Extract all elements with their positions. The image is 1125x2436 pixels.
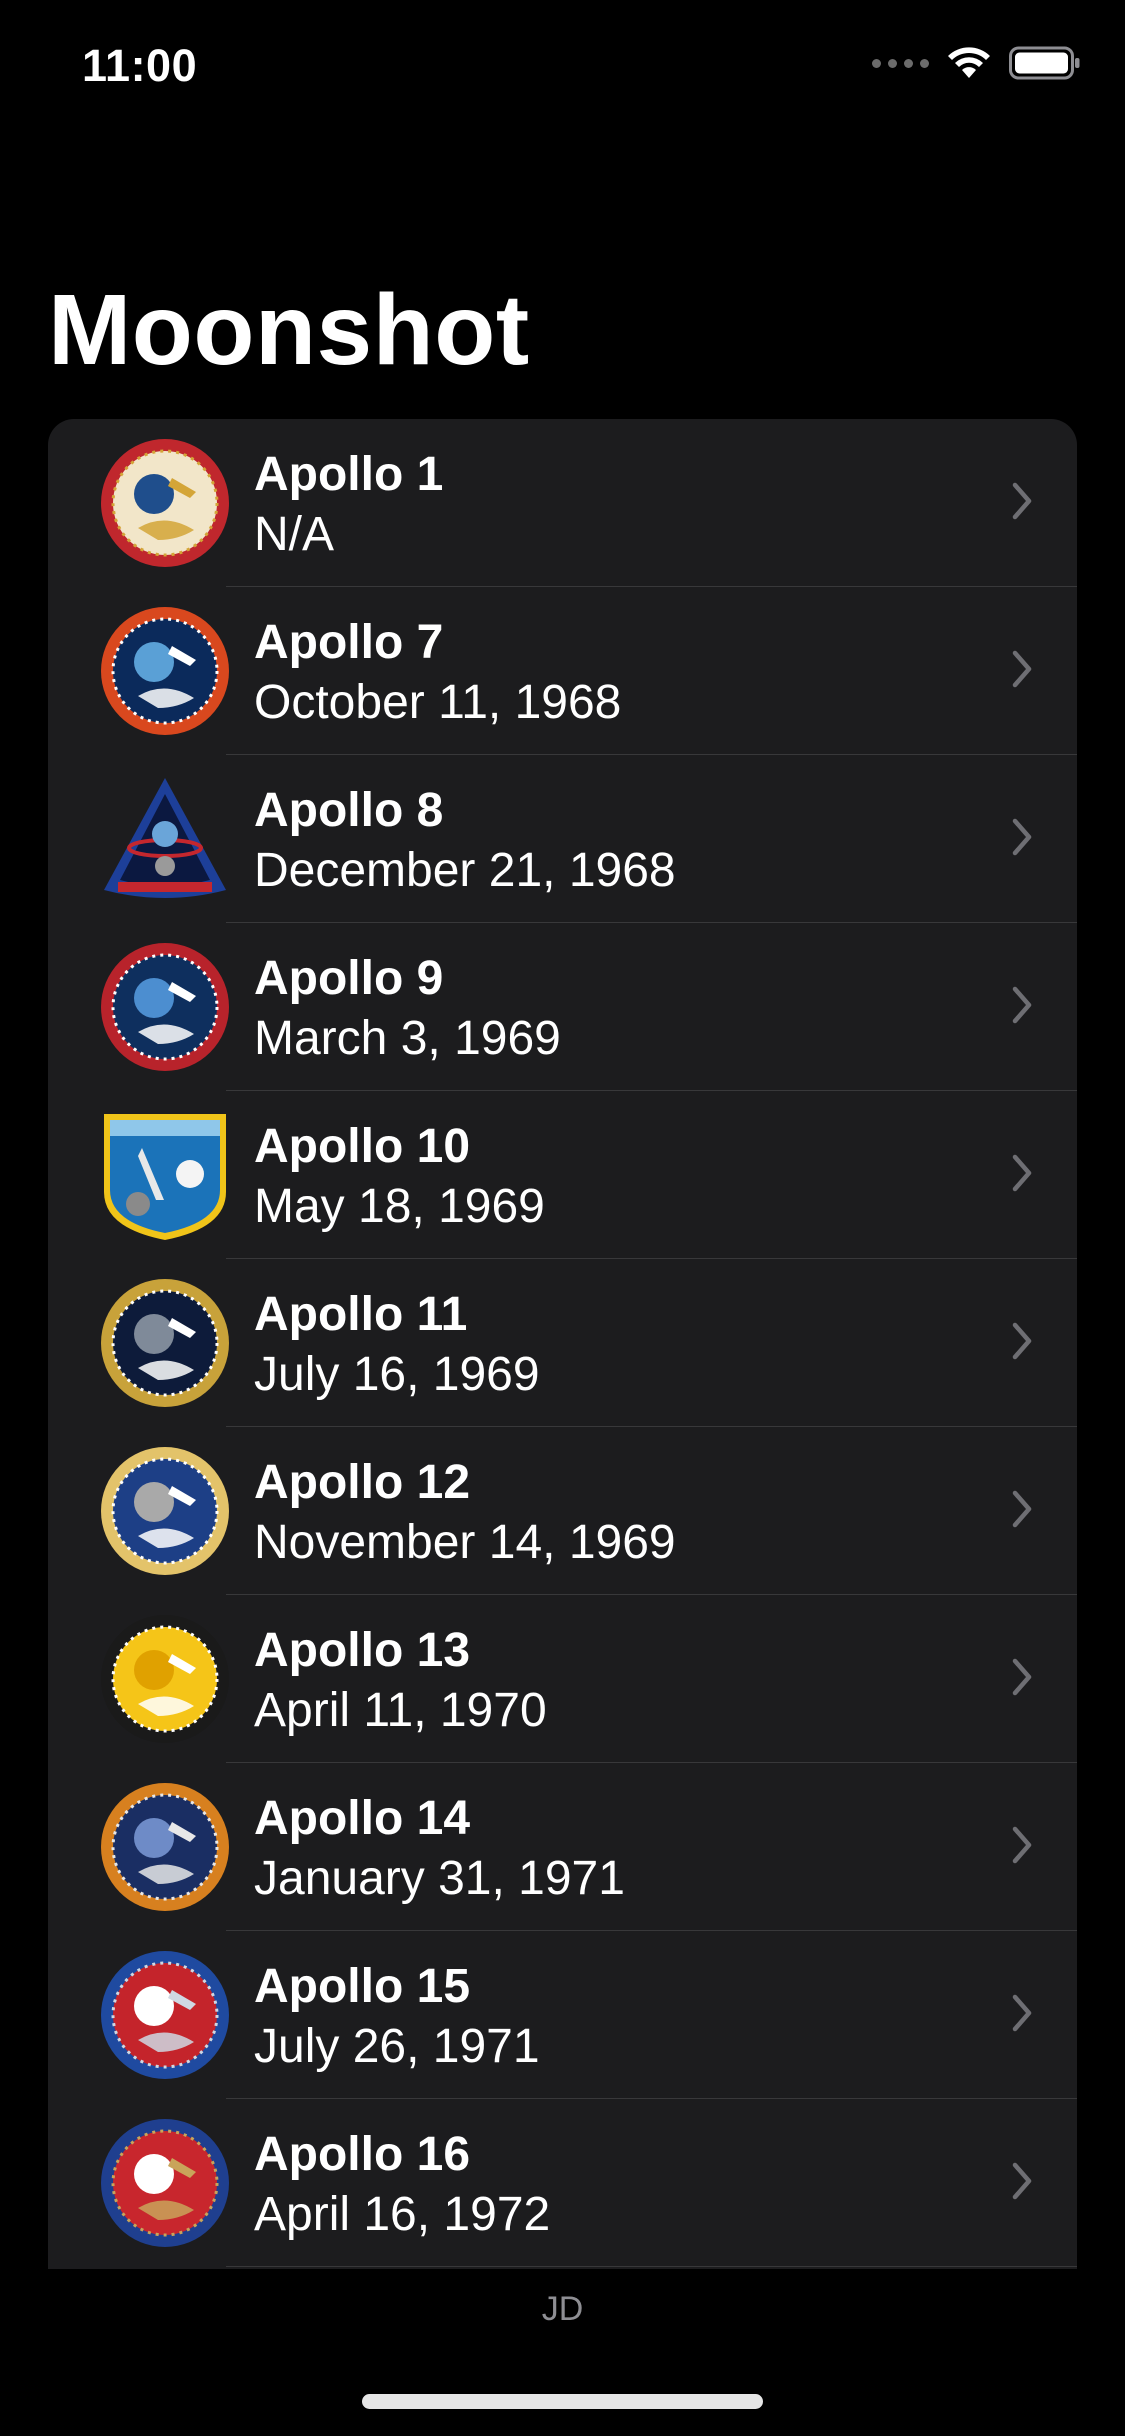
apollo-11-badge-icon: [101, 1279, 229, 1407]
apollo-16-badge-icon: [101, 2119, 229, 2247]
mission-name: Apollo 11: [254, 1288, 468, 1341]
cellular-signal-icon: [872, 58, 929, 68]
mission-row[interactable]: Apollo 14 January 31, 1971: [48, 1763, 1077, 1931]
mission-name: Apollo 15: [254, 1960, 471, 2013]
mission-list: Apollo 1 N/A Apollo 7 October 11, 1968 Apoll…: [48, 419, 1077, 2269]
apollo-9-badge-icon: [101, 943, 229, 1071]
mission-launch-date: October 11, 1968: [254, 676, 622, 729]
mission-row[interactable]: Apollo 9 March 3, 1969: [48, 923, 1077, 1091]
mission-launch-date: N/A: [254, 508, 335, 561]
mission-row[interactable]: Apollo 7 October 11, 1968: [48, 587, 1077, 755]
home-indicator[interactable]: [362, 2394, 763, 2409]
status-bar: 11:00: [0, 0, 1125, 140]
status-icons: [872, 46, 1081, 80]
chevron-right-icon: [1012, 482, 1032, 520]
chevron-right-icon: [1012, 1826, 1032, 1864]
mission-name: Apollo 9: [254, 952, 444, 1005]
status-time: 11:00: [82, 40, 198, 91]
mission-launch-date: January 31, 1971: [254, 1852, 625, 1905]
mission-name: Apollo 8: [254, 784, 444, 837]
chevron-right-icon: [1012, 1154, 1032, 1192]
wifi-icon: [948, 47, 990, 78]
chevron-right-icon: [1012, 650, 1032, 688]
mission-name: Apollo 1: [254, 448, 444, 501]
page-title: Moonshot: [48, 274, 530, 386]
apollo-7-badge-icon: [101, 607, 229, 735]
mission-launch-date: July 16, 1969: [254, 1348, 540, 1401]
chevron-right-icon: [1012, 818, 1032, 856]
apollo-15-badge-icon: [101, 1951, 229, 2079]
apollo-14-badge-icon: [101, 1783, 229, 1911]
mission-row[interactable]: Apollo 15 July 26, 1971: [48, 1931, 1077, 2099]
mission-row[interactable]: Apollo 12 November 14, 1969: [48, 1427, 1077, 1595]
mission-row[interactable]: Apollo 1 N/A: [48, 419, 1077, 587]
mission-launch-date: July 26, 1971: [254, 2020, 540, 2073]
battery-icon: [1009, 46, 1080, 80]
mission-name: Apollo 14: [254, 1792, 471, 1845]
chevron-right-icon: [1012, 1658, 1032, 1696]
apollo-10-badge-icon: [104, 1114, 226, 1240]
mission-row[interactable]: Apollo 13 April 11, 1970: [48, 1595, 1077, 1763]
apollo-8-badge-icon: [104, 778, 226, 898]
apollo-12-badge-icon: [101, 1447, 229, 1575]
mission-row[interactable]: Apollo 11 July 16, 1969: [48, 1259, 1077, 1427]
chevron-right-icon: [1012, 1490, 1032, 1528]
mission-name: Apollo 7: [254, 616, 444, 669]
apollo-1-badge-icon: [101, 439, 229, 567]
chevron-right-icon: [1012, 986, 1032, 1024]
mission-row[interactable]: Apollo 8 December 21, 1968: [48, 755, 1077, 923]
chevron-right-icon: [1012, 1994, 1032, 2032]
chevron-right-icon: [1012, 1322, 1032, 1360]
mission-name: Apollo 13: [254, 1624, 471, 1677]
mission-launch-date: April 11, 1970: [254, 1684, 547, 1737]
mission-row[interactable]: Apollo 10 May 18, 1969: [48, 1091, 1077, 1259]
chevron-right-icon: [1012, 2162, 1032, 2200]
mission-name: Apollo 10: [254, 1120, 471, 1173]
footer-initials: JD: [541, 2290, 584, 2328]
mission-launch-date: December 21, 1968: [254, 844, 676, 897]
row-divider: [226, 2266, 1077, 2267]
mission-name: Apollo 16: [254, 2128, 471, 2181]
mission-launch-date: May 18, 1969: [254, 1180, 545, 1233]
apollo-13-badge-icon: [101, 1615, 229, 1743]
mission-launch-date: March 3, 1969: [254, 1012, 561, 1065]
mission-launch-date: November 14, 1969: [254, 1516, 676, 1569]
mission-launch-date: April 16, 1972: [254, 2188, 551, 2241]
mission-name: Apollo 12: [254, 1456, 471, 1509]
mission-row[interactable]: Apollo 16 April 16, 1972: [48, 2099, 1077, 2267]
